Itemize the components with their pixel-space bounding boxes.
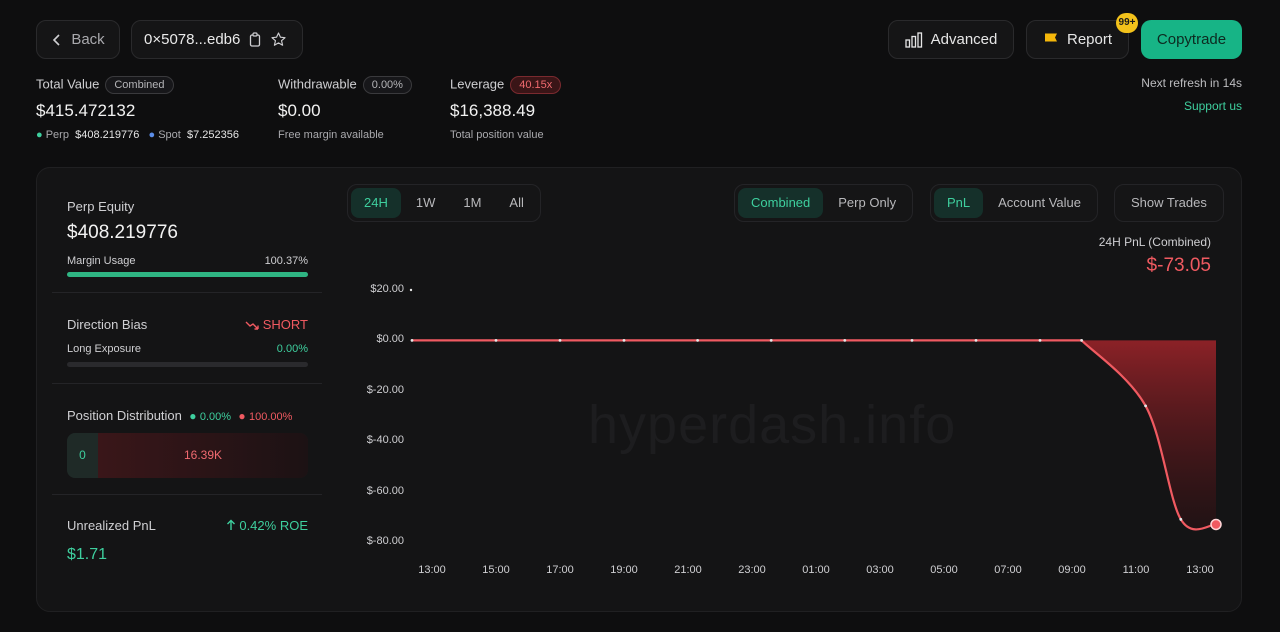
- pnl-current-point: [1210, 518, 1222, 531]
- pnl-point: [1144, 404, 1147, 408]
- pnl-point: [974, 339, 978, 342]
- pnl-point: [769, 339, 773, 342]
- pnl-point: [696, 339, 699, 342]
- negative-area: [1081, 340, 1216, 530]
- pnl-point: [1179, 517, 1183, 521]
- pnl-point: [1038, 339, 1042, 342]
- pnl-point: [410, 339, 414, 342]
- pnl-point: [843, 339, 847, 342]
- pnl-point: [1080, 339, 1083, 342]
- pnl-point: [910, 339, 914, 342]
- pnl-chart: [409, 288, 1222, 531]
- pnl-point: [494, 339, 498, 342]
- pnl-point: [622, 339, 626, 342]
- pnl-point: [558, 339, 562, 342]
- y-axis-marker: [409, 288, 413, 292]
- pnl-line: [412, 339, 1217, 531]
